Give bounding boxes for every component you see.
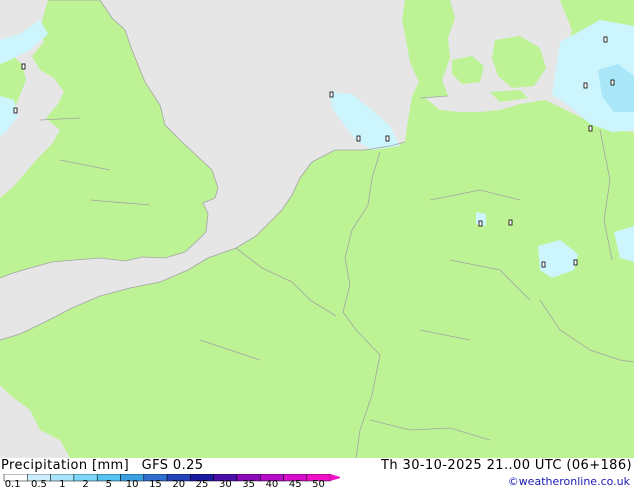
- station-marker: [588, 125, 593, 132]
- legend-bar: Precipitation [mm] GFS 0.25 Th 30-10-202…: [0, 458, 634, 490]
- station-marker: [508, 219, 513, 226]
- credit-text: ©weatheronline.co.uk: [507, 475, 630, 488]
- map-title: Precipitation [mm] GFS 0.25: [1, 458, 203, 473]
- scale-tick-label: 5: [105, 479, 113, 490]
- scale-tick-label: 35: [242, 479, 256, 490]
- station-marker: [478, 220, 483, 227]
- scale-tick-label: 40: [265, 479, 279, 490]
- station-marker: [385, 135, 390, 142]
- scale-arrow: [330, 474, 340, 481]
- station-marker: [21, 63, 26, 70]
- scale-tick-label: 0.5: [30, 479, 47, 490]
- precipitation-map: [0, 0, 634, 458]
- station-marker: [329, 91, 334, 98]
- scale-tick-label: 30: [218, 479, 232, 490]
- scale-tick-label: 10: [125, 479, 139, 490]
- station-marker: [573, 259, 578, 266]
- station-marker: [583, 82, 588, 89]
- map-area: [0, 0, 634, 458]
- scale-tick-label: 45: [288, 479, 302, 490]
- station-marker: [13, 107, 18, 114]
- scale-tick-label: 0.1: [4, 479, 21, 490]
- station-marker: [603, 36, 608, 43]
- station-marker: [610, 79, 615, 86]
- scale-tick-label: 15: [149, 479, 162, 490]
- title-text: Precipitation [mm]: [1, 458, 130, 473]
- valid-time: Th 30-10-2025 21..00 UTC (06+186): [381, 458, 632, 473]
- scale-tick-label: 25: [195, 479, 209, 490]
- scale-tick-label: 1: [59, 479, 66, 490]
- model-text: GFS 0.25: [141, 458, 204, 473]
- station-marker: [356, 135, 361, 142]
- scale-tick-label: 50: [312, 479, 325, 490]
- scale-tick-label: 20: [172, 479, 186, 490]
- scale-tick-label: 2: [82, 479, 89, 490]
- station-marker: [541, 261, 546, 268]
